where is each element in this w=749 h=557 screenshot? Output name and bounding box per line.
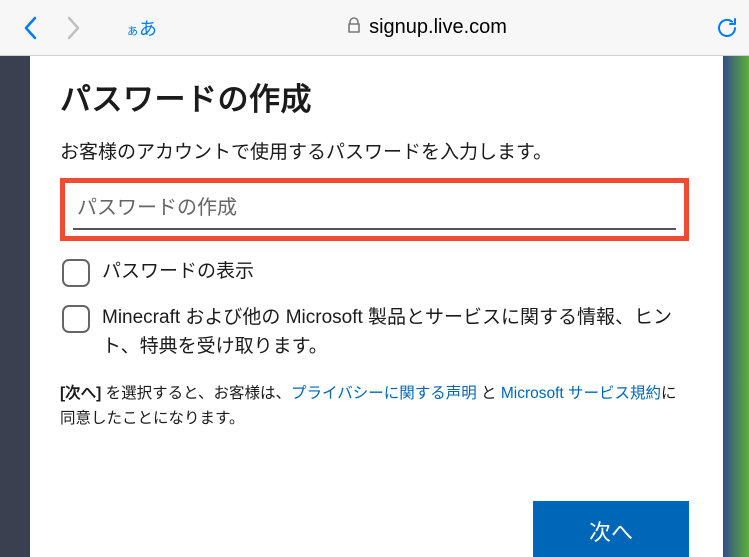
show-password-label: パスワードの表示	[102, 257, 254, 286]
promo-optin-row: Minecraft および他の Microsoft 製品とサービスに関する情報、…	[60, 303, 689, 362]
aa-large-label: あ	[139, 15, 157, 41]
legal-text: [次へ] を選択すると、お客様は、プライバシーに関する声明 と Microsof…	[60, 382, 689, 432]
show-password-row: パスワードの表示	[60, 257, 689, 287]
page-title: パスワードの作成	[60, 74, 689, 119]
legal-mid2: と	[477, 385, 501, 402]
promo-optin-label: Minecraft および他の Microsoft 製品とサービスに関する情報、…	[102, 303, 687, 362]
back-button[interactable]	[8, 6, 52, 50]
password-field-highlight	[60, 178, 689, 241]
next-button[interactable]: 次へ	[533, 501, 689, 557]
page-subtitle: お客様のアカウントで使用するパスワードを入力します。	[60, 137, 689, 164]
privacy-link[interactable]: プライバシーに関する声明	[291, 385, 477, 402]
signup-card: パスワードの作成 お客様のアカウントで使用するパスワードを入力します。 パスワー…	[32, 56, 717, 557]
legal-mid1: を選択すると、お客様は、	[101, 385, 291, 402]
refresh-button[interactable]	[697, 15, 741, 41]
forward-button[interactable]	[52, 6, 96, 50]
show-password-checkbox[interactable]	[62, 259, 90, 287]
aa-small-label: ぁ	[126, 20, 139, 39]
legal-next-bold: [次へ]	[60, 385, 101, 402]
text-size-button[interactable]: ぁあ	[126, 15, 157, 41]
lock-icon	[347, 17, 361, 38]
tos-link[interactable]: Microsoft サービス規約	[501, 385, 661, 402]
browser-toolbar: ぁあ signup.live.com	[0, 0, 749, 56]
promo-optin-checkbox[interactable]	[62, 305, 90, 333]
password-input[interactable]	[73, 187, 676, 230]
address-bar[interactable]: signup.live.com	[157, 16, 697, 39]
url-text: signup.live.com	[369, 16, 507, 39]
page-background: パスワードの作成 お客様のアカウントで使用するパスワードを入力します。 パスワー…	[0, 56, 749, 557]
